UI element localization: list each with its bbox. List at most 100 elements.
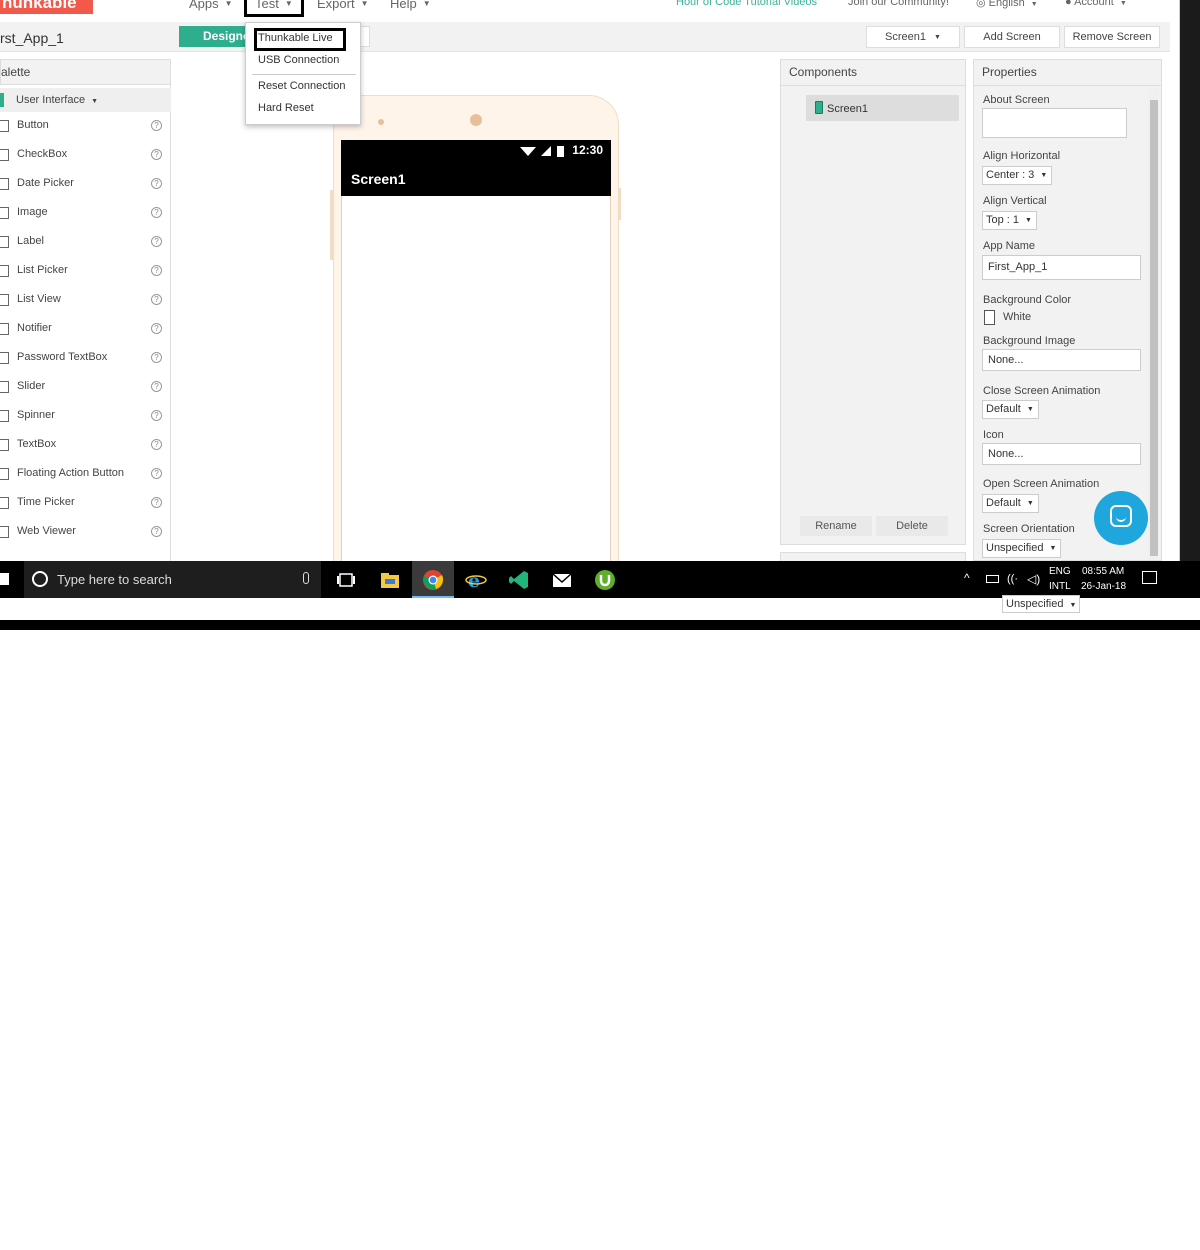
- help-icon[interactable]: ?: [151, 410, 162, 421]
- palette-item[interactable]: TextBox?: [0, 433, 171, 457]
- palette-item[interactable]: Label?: [0, 230, 171, 254]
- tray-expand-icon[interactable]: ^: [964, 571, 970, 585]
- task-view-icon[interactable]: [335, 569, 357, 591]
- wifi-icon[interactable]: ((·: [1007, 573, 1018, 585]
- menu-item-usb-connection[interactable]: USB Connection: [258, 54, 339, 66]
- caret-down-icon: ▼: [1026, 406, 1034, 413]
- palette-item[interactable]: Time Picker?: [0, 491, 171, 515]
- community-link[interactable]: Join our Community!: [848, 0, 949, 8]
- tutorial-videos-link[interactable]: Hour of Code Tutorial Videos: [676, 0, 817, 8]
- help-icon[interactable]: ?: [151, 352, 162, 363]
- microphone-icon[interactable]: [303, 572, 309, 584]
- background-color-swatch[interactable]: [984, 310, 995, 325]
- palette-item[interactable]: Password TextBox?: [0, 346, 171, 370]
- internet-explorer-icon[interactable]: e: [465, 569, 487, 591]
- menu-item-hard-reset[interactable]: Hard Reset: [258, 102, 314, 114]
- open-screen-animation-select[interactable]: Default ▼: [982, 494, 1039, 513]
- screen-orientation-select[interactable]: Unspecified ▼: [982, 539, 1062, 558]
- file-explorer-icon[interactable]: [379, 569, 401, 591]
- category-user-interface[interactable]: User Interface ▼: [0, 88, 171, 112]
- palette-item-label: Date Picker: [17, 177, 74, 189]
- palette-item[interactable]: Floating Action Button?: [0, 462, 171, 486]
- help-icon[interactable]: ?: [151, 236, 162, 247]
- account-menu[interactable]: ● Account ▼: [1065, 0, 1127, 8]
- phone-screen[interactable]: [341, 140, 611, 580]
- visual-studio-code-icon[interactable]: [508, 569, 530, 591]
- remove-screen-button[interactable]: Remove Screen: [1064, 26, 1160, 48]
- input-layout[interactable]: INTL: [1049, 581, 1071, 592]
- help-icon[interactable]: ?: [151, 178, 162, 189]
- screen-select[interactable]: Screen1 ▼: [866, 26, 960, 48]
- background-color-value[interactable]: White: [1003, 311, 1031, 323]
- chat-button[interactable]: [1094, 491, 1148, 545]
- caret-down-icon: ▼: [422, 0, 431, 8]
- close-screen-animation-select[interactable]: Default ▼: [982, 400, 1039, 419]
- palette-item[interactable]: List View?: [0, 288, 171, 312]
- action-center-icon[interactable]: [1142, 571, 1157, 584]
- help-icon[interactable]: ?: [151, 468, 162, 479]
- chrome-icon[interactable]: [422, 569, 444, 591]
- palette-item[interactable]: Web Viewer?: [0, 520, 171, 544]
- components-panel: Components Screen1 Rename Delete: [780, 59, 966, 545]
- palette-item[interactable]: Notifier?: [0, 317, 171, 341]
- prop-label-background-image: Background Image: [983, 335, 1076, 347]
- menu-item-reset-connection[interactable]: Reset Connection: [258, 80, 345, 92]
- palette-item[interactable]: Slider?: [0, 375, 171, 399]
- help-icon[interactable]: ?: [151, 120, 162, 131]
- screen-title: Screen1: [351, 171, 406, 187]
- component-icon: [0, 236, 9, 248]
- help-icon[interactable]: ?: [151, 207, 162, 218]
- help-icon[interactable]: ?: [151, 149, 162, 160]
- menu-apps[interactable]: Apps ▼: [189, 0, 233, 11]
- palette-item-label: Label: [17, 235, 44, 247]
- input-language[interactable]: ENG: [1049, 566, 1071, 577]
- scrollbar-thumb[interactable]: [1150, 100, 1158, 556]
- chat-icon: [1110, 505, 1132, 527]
- language-menu[interactable]: ◎ English ▼: [976, 0, 1038, 9]
- thunkable-logo[interactable]: hunkable: [0, 0, 93, 14]
- volume-icon[interactable]: ◁): [1027, 572, 1040, 586]
- about-screen-textarea[interactable]: [982, 108, 1127, 138]
- clock-time[interactable]: 08:55 AM: [1082, 566, 1124, 577]
- help-icon[interactable]: ?: [151, 265, 162, 276]
- ghost-language: ENG: [1069, 1240, 1089, 1250]
- add-screen-button[interactable]: Add Screen: [964, 26, 1060, 48]
- palette-item[interactable]: Date Picker?: [0, 172, 171, 196]
- prop-label-app-name: App Name: [983, 240, 1035, 252]
- icon-input[interactable]: None...: [982, 443, 1141, 465]
- help-icon[interactable]: ?: [151, 526, 162, 537]
- windows-start-icon[interactable]: [0, 573, 9, 585]
- battery-icon[interactable]: [986, 575, 999, 583]
- taskbar-search-box[interactable]: Type here to search: [24, 561, 321, 598]
- menu-export[interactable]: Export ▼: [317, 0, 369, 11]
- help-icon[interactable]: ?: [151, 294, 162, 305]
- component-icon: [0, 120, 9, 132]
- palette-item[interactable]: CheckBox?: [0, 143, 171, 167]
- designer-button[interactable]: Designer: [179, 26, 249, 47]
- help-icon[interactable]: ?: [151, 381, 162, 392]
- help-icon[interactable]: ?: [151, 323, 162, 334]
- palette-item[interactable]: Spinner?: [0, 404, 171, 428]
- palette-item[interactable]: Button?: [0, 114, 171, 138]
- prop-label-background-color: Background Color: [983, 294, 1072, 306]
- align-vertical-select[interactable]: Top : 1 ▼: [982, 211, 1037, 230]
- help-icon[interactable]: ?: [151, 497, 162, 508]
- delete-button[interactable]: Delete: [876, 516, 948, 536]
- clock-date[interactable]: 26-Jan-18: [1081, 581, 1126, 592]
- cell-signal-icon: [541, 146, 551, 156]
- menu-help[interactable]: Help ▼: [390, 0, 431, 11]
- wifi-icon: [520, 147, 536, 156]
- mail-icon[interactable]: [551, 569, 573, 591]
- language-label: English: [988, 0, 1025, 9]
- align-horizontal-select[interactable]: Center : 3 ▼: [982, 166, 1053, 185]
- caret-down-icon: ▼: [1026, 500, 1034, 507]
- utorrent-icon[interactable]: [594, 569, 616, 591]
- search-placeholder: Type here to search: [57, 572, 172, 587]
- rename-button[interactable]: Rename: [800, 516, 872, 536]
- background-image-input[interactable]: None...: [982, 349, 1141, 371]
- palette-item[interactable]: Image?: [0, 201, 171, 225]
- component-tree-item-screen1[interactable]: Screen1: [806, 95, 959, 121]
- app-name-input[interactable]: First_App_1: [982, 255, 1141, 280]
- help-icon[interactable]: ?: [151, 439, 162, 450]
- palette-item[interactable]: List Picker?: [0, 259, 171, 283]
